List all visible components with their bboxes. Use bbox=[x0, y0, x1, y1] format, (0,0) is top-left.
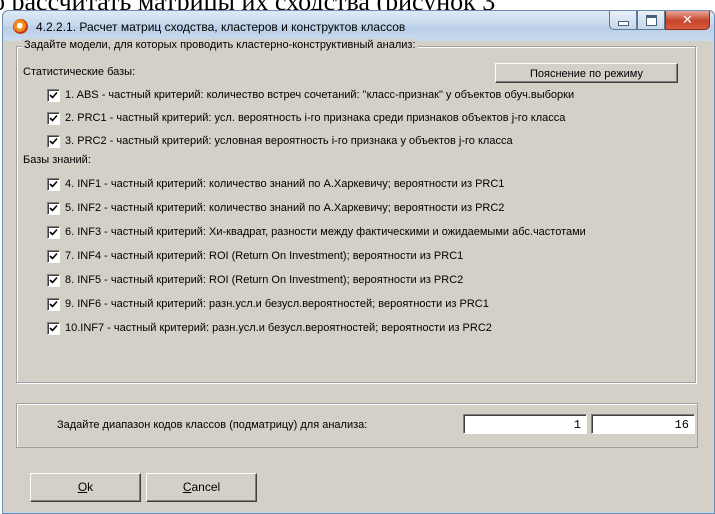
window-controls: ✕ bbox=[609, 11, 710, 31]
checkbox-row-inf3[interactable]: 6. INF3 - частный критерий: Хи-квадрат, … bbox=[47, 224, 586, 240]
checkbox-inf6[interactable] bbox=[47, 297, 60, 311]
checkbox-row-inf5[interactable]: 8. INF5 - частный критерий: ROI (Return … bbox=[47, 272, 463, 288]
checkbox-row-inf4[interactable]: 7. INF4 - частный критерий: ROI (Return … bbox=[47, 248, 463, 264]
checkbox-abs[interactable] bbox=[47, 88, 60, 102]
checkbox-label-inf5: 8. INF5 - частный критерий: ROI (Return … bbox=[65, 274, 464, 286]
close-button[interactable]: ✕ bbox=[665, 11, 710, 30]
checkbox-prc1[interactable] bbox=[47, 111, 60, 125]
models-group-legend: Задайте модели, для которых проводить кл… bbox=[22, 39, 418, 51]
checkbox-row-abs[interactable]: 1. ABS - частный критерий: количество вс… bbox=[47, 87, 574, 103]
close-icon: ✕ bbox=[682, 12, 693, 28]
checkbox-label-prc2: 3. PRC2 - частный критерий: условная вер… bbox=[65, 135, 513, 147]
cancel-button-label: ancel bbox=[191, 480, 221, 494]
checkbox-row-inf1[interactable]: 4. INF1 - частный критерий: количество з… bbox=[47, 176, 504, 192]
checkbox-label-inf1: 4. INF1 - частный критерий: количество з… bbox=[65, 178, 505, 190]
checkbox-inf4[interactable] bbox=[47, 249, 60, 263]
checkbox-inf7[interactable] bbox=[47, 321, 60, 335]
window-title: 4.2.2.1. Расчет матриц сходства, кластер… bbox=[36, 20, 406, 34]
checkbox-inf3[interactable] bbox=[47, 225, 60, 239]
checkbox-row-prc2[interactable]: 3. PRC2 - частный критерий: условная вер… bbox=[47, 133, 513, 149]
checkbox-row-inf2[interactable]: 5. INF2 - частный критерий: количество з… bbox=[47, 200, 504, 216]
class-range-label: Задайте диапазон кодов классов (подматри… bbox=[57, 419, 368, 431]
models-group: Задайте модели, для которых проводить кл… bbox=[16, 39, 696, 383]
checkbox-inf5[interactable] bbox=[47, 273, 60, 287]
checkbox-row-prc1[interactable]: 2. PRC1 - частный критерий: усл. вероятн… bbox=[47, 110, 565, 126]
checkbox-label-inf6: 9. INF6 - частный критерий: разн.усл.и б… bbox=[65, 298, 489, 310]
checkbox-label-prc1: 2. PRC1 - частный критерий: усл. вероятн… bbox=[65, 112, 566, 124]
class-range-group: Задайте диапазон кодов классов (подматри… bbox=[16, 403, 698, 448]
ok-button[interactable]: Ok bbox=[30, 473, 141, 502]
minimize-button[interactable] bbox=[609, 11, 637, 30]
dialog-client: Задайте модели, для которых проводить кл… bbox=[10, 39, 705, 504]
checkbox-label-inf2: 5. INF2 - частный критерий: количество з… bbox=[65, 202, 505, 214]
checkbox-row-inf7[interactable]: 10.INF7 - частный критерий: разн.усл.и б… bbox=[47, 320, 492, 336]
cancel-button[interactable]: Cancel bbox=[146, 473, 257, 502]
checkbox-inf2[interactable] bbox=[47, 201, 60, 215]
stat-bases-label: Статистические базы: bbox=[23, 66, 136, 78]
title-bar[interactable]: 4.2.2.1. Расчет матриц сходства, кластер… bbox=[3, 11, 714, 41]
checkbox-prc2[interactable] bbox=[47, 134, 60, 148]
ok-button-accel: O bbox=[77, 480, 88, 494]
range-from-input[interactable]: 1 bbox=[463, 414, 587, 434]
app-icon bbox=[13, 19, 28, 34]
maximize-icon bbox=[645, 14, 657, 26]
checkbox-inf1[interactable] bbox=[47, 177, 60, 191]
explain-mode-button[interactable]: Пояснение по режиму bbox=[495, 63, 678, 83]
knowledge-bases-label: Базы знаний: bbox=[23, 154, 91, 166]
checkbox-label-inf7: 10.INF7 - частный критерий: разн.усл.и б… bbox=[65, 322, 492, 334]
checkbox-label-abs: 1. ABS - частный критерий: количество вс… bbox=[65, 89, 575, 101]
checkbox-label-inf4: 7. INF4 - частный критерий: ROI (Return … bbox=[65, 250, 464, 262]
maximize-button[interactable] bbox=[637, 11, 665, 30]
dialog-window: 4.2.2.1. Расчет матриц сходства, кластер… bbox=[2, 10, 715, 514]
checkbox-row-inf6[interactable]: 9. INF6 - частный критерий: разн.усл.и б… bbox=[47, 296, 489, 312]
checkbox-label-inf3: 6. INF3 - частный критерий: Хи-квадрат, … bbox=[65, 226, 586, 238]
range-to-input[interactable]: 16 bbox=[591, 414, 695, 434]
ok-button-label: k bbox=[87, 480, 94, 494]
minimize-icon bbox=[617, 21, 629, 26]
